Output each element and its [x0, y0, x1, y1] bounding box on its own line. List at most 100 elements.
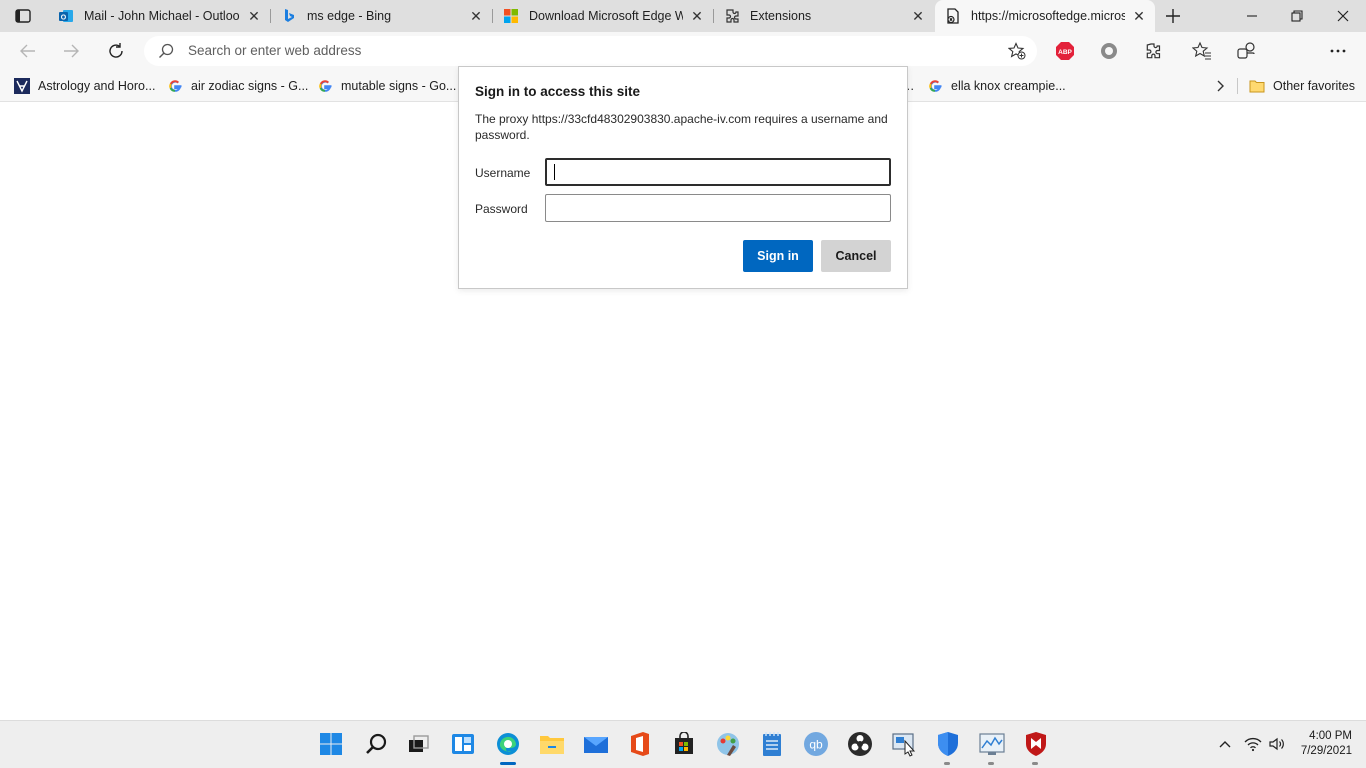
refresh-icon	[109, 43, 123, 58]
username-input[interactable]	[545, 158, 891, 186]
shield-icon	[938, 732, 958, 756]
close-tab-icon[interactable]: ✕	[468, 8, 484, 24]
close-window-button[interactable]	[1320, 0, 1366, 32]
tab-title: Extensions	[750, 9, 812, 23]
proxy-auth-dialog: Sign in to access this site The proxy ht…	[458, 66, 908, 289]
collections-icon	[1237, 42, 1255, 59]
resource-monitor-button[interactable]	[978, 730, 1006, 758]
chevron-up-icon	[1219, 741, 1231, 748]
taskbar: qb 4:00 PM 7/29/2021	[0, 720, 1366, 768]
favorites-button[interactable]	[1190, 39, 1214, 63]
tab-extensions[interactable]: Extensions ✕	[714, 0, 934, 32]
extension-circle-button[interactable]	[1097, 39, 1121, 63]
obs-icon	[848, 732, 872, 756]
windows-security-button[interactable]	[934, 730, 962, 758]
file-explorer-button[interactable]	[538, 730, 566, 758]
settings-more-button[interactable]	[1326, 39, 1350, 63]
password-input[interactable]	[545, 194, 891, 222]
tab-actions-button[interactable]	[14, 7, 34, 25]
task-view-icon	[409, 735, 429, 752]
tab-outlook[interactable]: O Mail - John Michael - Outlook ✕	[48, 0, 270, 32]
forward-button[interactable]	[59, 39, 83, 63]
chevron-right-icon	[1217, 80, 1224, 91]
mail-button[interactable]	[582, 730, 610, 758]
folder-icon	[1249, 78, 1265, 94]
tab-title: Mail - John Michael - Outlook	[84, 9, 240, 23]
close-tab-icon[interactable]: ✕	[1131, 8, 1147, 24]
circle-extension-icon	[1101, 43, 1117, 59]
system-clock[interactable]: 4:00 PM 7/29/2021	[1284, 729, 1352, 759]
favorite-label: air zodiac signs - G...	[191, 78, 309, 93]
start-button[interactable]	[317, 730, 345, 758]
office-button[interactable]	[626, 730, 654, 758]
close-icon	[1337, 10, 1349, 22]
favorite-item[interactable]: Astrology and Horo...	[14, 70, 155, 101]
cancel-button[interactable]: Cancel	[821, 240, 891, 272]
tab-active-site[interactable]: https://microsoftedge.micros ✕	[935, 0, 1155, 32]
favorites-chevron-button[interactable]	[1213, 70, 1227, 101]
bing-icon	[281, 8, 297, 24]
collections-button[interactable]	[1234, 39, 1258, 63]
password-label: Password	[475, 202, 528, 216]
favorite-item[interactable]: ella knox creampie...	[927, 70, 1066, 101]
microsoft-logo-icon	[503, 8, 519, 24]
address-bar[interactable]: Search or enter web address	[144, 36, 1037, 66]
refresh-button[interactable]	[104, 39, 128, 63]
other-favorites-folder[interactable]: Other favorites	[1249, 70, 1355, 101]
obs-studio-button[interactable]	[846, 730, 874, 758]
plus-icon	[1166, 9, 1180, 23]
running-indicator	[988, 762, 994, 765]
folder-icon	[540, 736, 564, 754]
mail-icon	[584, 737, 608, 753]
qbittorrent-button[interactable]: qb	[802, 730, 830, 758]
paint-palette-icon	[717, 733, 739, 756]
monitor-graph-icon	[979, 733, 1005, 755]
favorite-item[interactable]: air zodiac signs - G...	[167, 70, 308, 101]
wifi-icon	[1244, 737, 1262, 752]
mcafee-shield-icon	[1026, 732, 1046, 756]
sign-in-button[interactable]: Sign in	[743, 240, 813, 272]
mcafee-button[interactable]	[1022, 730, 1050, 758]
remote-desktop-button[interactable]	[890, 730, 918, 758]
tab-download-edge[interactable]: Download Microsoft Edge We ✕	[493, 0, 713, 32]
adblock-plus-button[interactable]: ABP	[1053, 39, 1077, 63]
clock-time: 4:00 PM	[1309, 730, 1352, 742]
tab-title: https://microsoftedge.micros	[971, 9, 1125, 23]
favorite-item[interactable]: mutable signs - Go...	[317, 70, 456, 101]
text-caret	[554, 164, 555, 180]
restore-icon	[1291, 10, 1303, 22]
close-tab-icon[interactable]: ✕	[689, 8, 705, 24]
running-indicator	[1032, 762, 1038, 765]
network-button[interactable]	[1244, 736, 1262, 752]
store-button[interactable]	[670, 730, 698, 758]
new-tab-button[interactable]	[1160, 4, 1186, 28]
close-tab-icon[interactable]: ✕	[246, 8, 262, 24]
favorite-label: mutable signs - Go...	[341, 78, 457, 93]
store-icon	[675, 732, 693, 754]
minimize-button[interactable]	[1229, 0, 1275, 32]
username-label: Username	[475, 166, 531, 180]
restore-button[interactable]	[1274, 0, 1320, 32]
search-taskbar-button[interactable]	[362, 730, 390, 758]
extensions-button[interactable]	[1141, 39, 1165, 63]
add-favorite-icon[interactable]	[1007, 42, 1026, 63]
outlook-icon: O	[58, 8, 74, 24]
widgets-button[interactable]	[449, 730, 477, 758]
paint-app-button[interactable]	[714, 730, 742, 758]
close-tab-icon[interactable]: ✕	[910, 8, 926, 24]
office-icon	[631, 732, 649, 756]
running-indicator	[944, 762, 950, 765]
address-placeholder: Search or enter web address	[188, 43, 362, 58]
minimize-icon	[1247, 15, 1257, 17]
tab-bing[interactable]: ms edge - Bing ✕	[271, 0, 492, 32]
notepad-button[interactable]	[758, 730, 786, 758]
svg-text:O: O	[61, 14, 67, 21]
page-error-icon	[945, 8, 961, 24]
show-hidden-icons-button[interactable]	[1217, 736, 1233, 752]
tab-title: ms edge - Bing	[307, 9, 392, 23]
tab-strip: O Mail - John Michael - Outlook ✕ ms edg…	[0, 0, 1366, 32]
extensions-icon	[724, 8, 740, 24]
edge-taskbar-button[interactable]	[494, 730, 522, 758]
task-view-button[interactable]	[404, 730, 432, 758]
back-button[interactable]	[16, 39, 40, 63]
